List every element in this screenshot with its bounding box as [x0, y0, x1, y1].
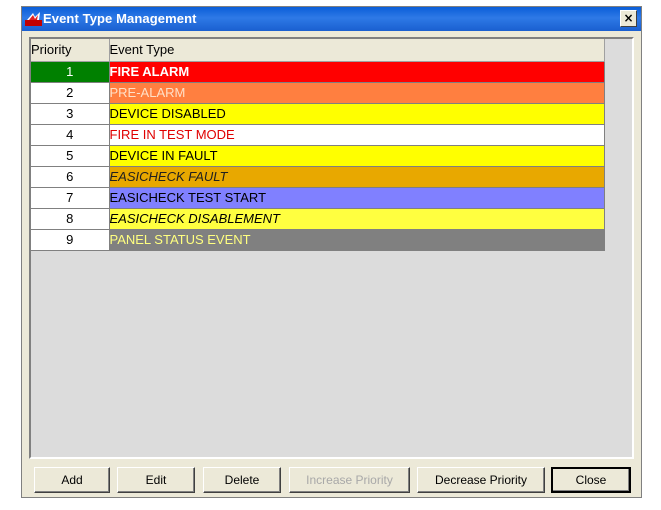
edit-button[interactable]: Edit: [117, 467, 195, 493]
table-row[interactable]: 9 PANEL STATUS EVENT: [31, 229, 605, 251]
priority-cell[interactable]: 8: [31, 208, 110, 230]
event-type-cell[interactable]: EASICHECK FAULT: [109, 166, 605, 188]
event-type-cell[interactable]: FIRE IN TEST MODE: [109, 124, 605, 146]
event-type-cell[interactable]: DEVICE IN FAULT: [109, 145, 605, 167]
close-button[interactable]: Close: [551, 467, 631, 493]
priority-cell[interactable]: 1: [31, 61, 110, 83]
event-type-cell[interactable]: PRE-ALARM: [109, 82, 605, 104]
table-row[interactable]: 6 EASICHECK FAULT: [31, 166, 605, 188]
priority-cell[interactable]: 5: [31, 145, 110, 167]
event-type-management-dialog: Event Type Management × Priority Event T…: [21, 6, 642, 498]
add-button[interactable]: Add: [34, 467, 110, 493]
priority-cell[interactable]: 9: [31, 229, 110, 251]
title-bar[interactable]: Event Type Management ×: [22, 7, 641, 31]
event-type-cell[interactable]: DEVICE DISABLED: [109, 103, 605, 125]
event-type-cell[interactable]: PANEL STATUS EVENT: [109, 229, 605, 251]
column-header-priority[interactable]: Priority: [31, 39, 110, 62]
window-title: Event Type Management: [43, 11, 197, 26]
priority-cell[interactable]: 7: [31, 187, 110, 209]
table-row[interactable]: 4 FIRE IN TEST MODE: [31, 124, 605, 146]
window-close-icon[interactable]: ×: [620, 10, 637, 27]
table-row[interactable]: 8 EASICHECK DISABLEMENT: [31, 208, 605, 230]
app-flame-icon: [25, 12, 42, 26]
table-row[interactable]: 1 FIRE ALARM: [31, 61, 605, 83]
event-type-grid[interactable]: Priority Event Type 1 FIRE ALARM 2 PRE-ALAR…: [29, 37, 634, 459]
increase-priority-button: Increase Priority: [289, 467, 410, 493]
grid-header-row: Priority Event Type: [31, 39, 605, 62]
table-row[interactable]: 5 DEVICE IN FAULT: [31, 145, 605, 167]
priority-cell[interactable]: 3: [31, 103, 110, 125]
decrease-priority-button[interactable]: Decrease Priority: [417, 467, 545, 493]
event-type-cell[interactable]: FIRE ALARM: [109, 61, 605, 83]
button-bar: Add Edit Delete Increase Priority Decrea…: [29, 467, 634, 493]
event-type-cell[interactable]: EASICHECK TEST START: [109, 187, 605, 209]
event-type-cell[interactable]: EASICHECK DISABLEMENT: [109, 208, 605, 230]
delete-button[interactable]: Delete: [203, 467, 281, 493]
column-header-event-type[interactable]: Event Type: [109, 39, 605, 62]
table-row[interactable]: 3 DEVICE DISABLED: [31, 103, 605, 125]
priority-cell[interactable]: 6: [31, 166, 110, 188]
table-row[interactable]: 2 PRE-ALARM: [31, 82, 605, 104]
priority-cell[interactable]: 2: [31, 82, 110, 104]
table-row[interactable]: 7 EASICHECK TEST START: [31, 187, 605, 209]
priority-cell[interactable]: 4: [31, 124, 110, 146]
